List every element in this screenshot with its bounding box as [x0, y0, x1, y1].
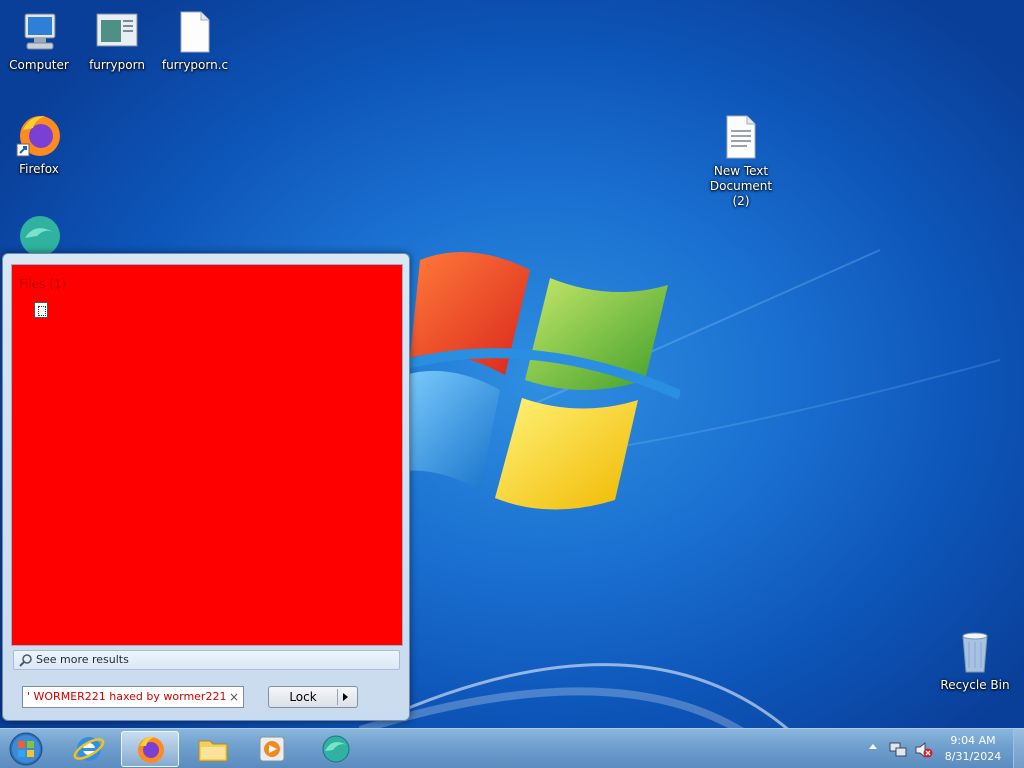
- clear-search-button[interactable]: ×: [229, 687, 239, 707]
- clock-time: 9:04 AM: [950, 734, 996, 747]
- taskbar-file-explorer[interactable]: [184, 731, 242, 767]
- desktop-icon-furryporn[interactable]: furryporn: [78, 8, 156, 73]
- windows-logo: [400, 252, 680, 510]
- desktop-icon-label: New Text Document (2): [709, 164, 773, 208]
- lock-button-label: Lock: [289, 690, 317, 704]
- taskbar: 9:04 AM 8/31/2024: [0, 728, 1024, 768]
- desktop-icon-label: Recycle Bin: [940, 678, 1010, 692]
- desktop-icon-label: Firefox: [19, 162, 59, 176]
- shutdown-options-arrow-icon[interactable]: [343, 693, 348, 701]
- desktop-icon-recycle-bin[interactable]: Recycle Bin: [936, 628, 1014, 693]
- firefox-icon: [15, 112, 63, 160]
- text-file-icon: [717, 114, 765, 162]
- taskbar-firefox[interactable]: [121, 731, 179, 767]
- desktop-icon-label: Computer: [9, 58, 69, 72]
- lock-button[interactable]: Lock: [268, 686, 358, 708]
- lock-button-separator: [337, 689, 338, 705]
- desktop-icon-label: furryporn: [89, 58, 145, 72]
- taskbar-internet-explorer[interactable]: [60, 731, 118, 767]
- search-value: ' WORMER221 haxed by wormer221: [27, 690, 227, 703]
- results-group-files[interactable]: Files (1): [19, 277, 66, 291]
- desktop-icon-label: furryporn.c: [161, 58, 229, 72]
- computer-icon: [15, 8, 63, 56]
- desktop-icon-firefox[interactable]: Firefox: [0, 112, 78, 177]
- desktop-icon-new-text-document[interactable]: New Text Document (2): [702, 114, 780, 209]
- see-more-label: See more results: [36, 653, 129, 666]
- media-player-icon: [259, 736, 285, 762]
- show-hidden-icons-button[interactable]: [869, 744, 877, 749]
- clock-date: 8/31/2024: [944, 750, 1002, 763]
- start-menu: Files (1) See more results ' WORMER221 h…: [2, 253, 410, 721]
- result-file-icon[interactable]: [34, 302, 48, 318]
- network-icon[interactable]: [888, 741, 908, 759]
- start-button[interactable]: [6, 730, 46, 768]
- desktop-icon-computer[interactable]: Computer: [0, 8, 78, 73]
- edge-icon: [322, 735, 350, 763]
- taskbar-media-player[interactable]: [243, 731, 301, 767]
- see-more-results-button[interactable]: See more results: [13, 650, 400, 670]
- search-icon: [19, 654, 32, 667]
- internet-explorer-icon: [73, 737, 105, 761]
- file-explorer-icon: [198, 740, 228, 762]
- volume-muted-icon[interactable]: [914, 741, 934, 759]
- taskbar-edge[interactable]: [307, 731, 365, 767]
- show-desktop-button[interactable]: [1013, 729, 1024, 768]
- window-app-icon: [93, 8, 141, 56]
- taskbar-clock[interactable]: 9:04 AM 8/31/2024: [936, 733, 1010, 765]
- recycle-bin-icon: [951, 628, 999, 676]
- desktop-icon-furryporn-c[interactable]: furryporn.c: [156, 8, 234, 73]
- firefox-icon: [138, 736, 164, 763]
- start-search-input[interactable]: ' WORMER221 haxed by wormer221 ×: [22, 686, 244, 708]
- search-results-pane: Files (1): [11, 264, 403, 646]
- blank-file-icon: [171, 8, 219, 56]
- start-orb-icon: [9, 732, 43, 766]
